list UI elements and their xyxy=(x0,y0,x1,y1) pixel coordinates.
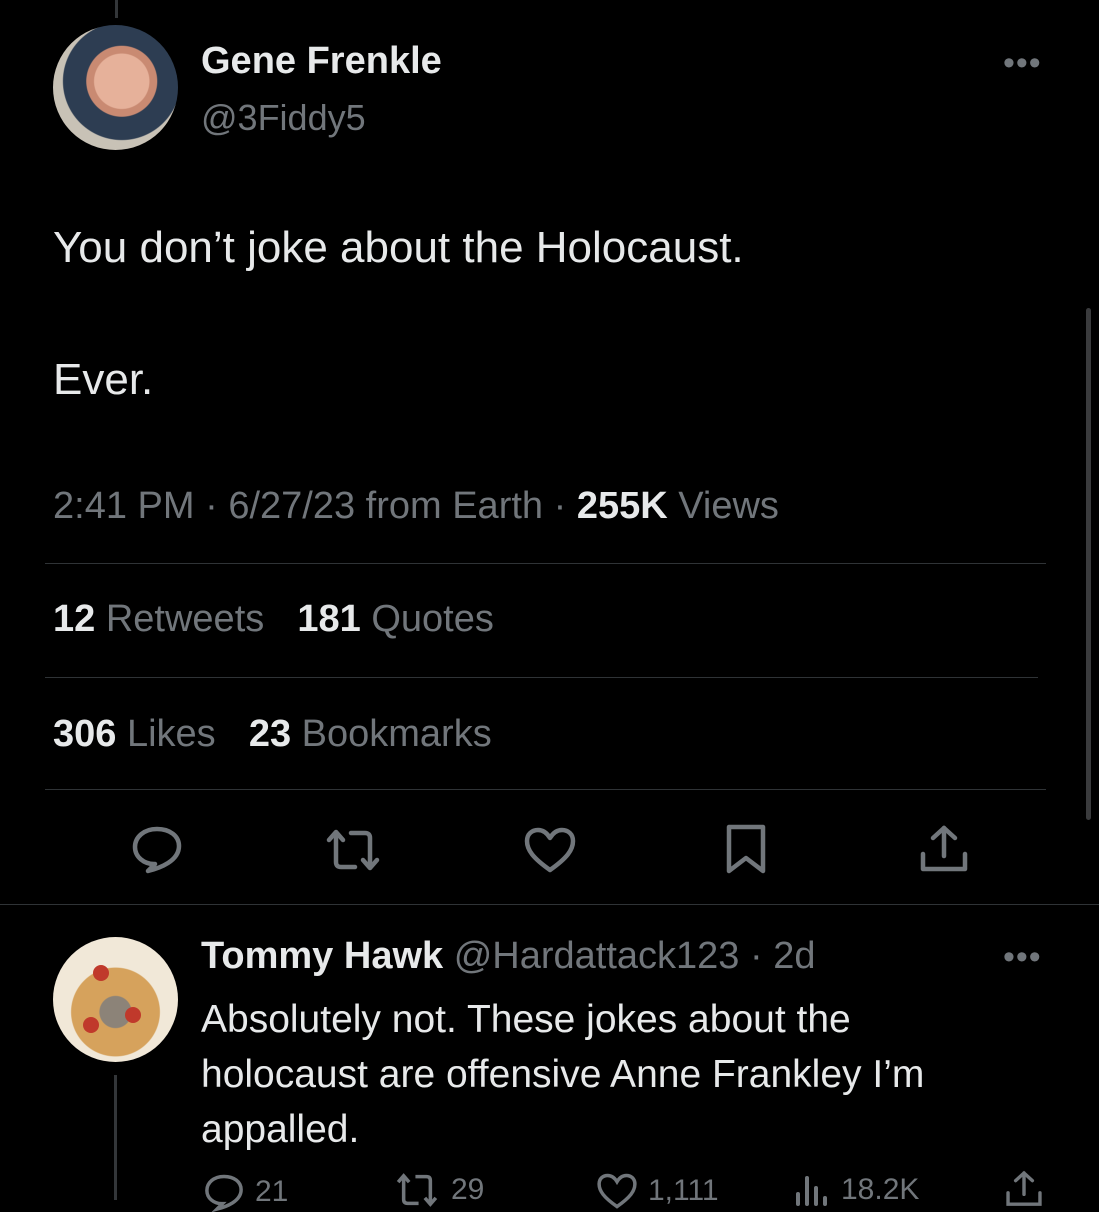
reply-separator: · xyxy=(750,935,763,977)
tweet-date: 6/27/23 from Earth xyxy=(228,485,544,527)
likes-label[interactable]: Likes xyxy=(127,713,216,755)
more-options-icon[interactable]: ••• xyxy=(1003,46,1042,80)
retweets-count[interactable]: 12 xyxy=(53,598,95,640)
reply-likes-count: 1,111 xyxy=(648,1174,719,1207)
reply-text-line1: Absolutely not. These jokes about the xyxy=(201,998,851,1041)
reply-icon[interactable] xyxy=(130,824,184,874)
reply-age[interactable]: 2d xyxy=(773,935,815,977)
retweets-label[interactable]: Retweets xyxy=(106,598,264,640)
quotes-count[interactable]: 181 xyxy=(297,598,360,640)
like-icon[interactable] xyxy=(523,826,577,874)
reply-share-icon[interactable] xyxy=(1004,1170,1044,1208)
tweet-text-line1: You don’t joke about the Holocaust. xyxy=(53,223,744,272)
tweet-meta: 2:41 PM · 6/27/23 from Earth · 255K View… xyxy=(53,485,779,528)
reply-author-handle[interactable]: @Hardattack123 xyxy=(454,935,740,977)
reply-more-options-icon[interactable]: ••• xyxy=(1003,940,1042,974)
reply-retweets-count: 29 xyxy=(451,1173,485,1206)
retweet-icon[interactable] xyxy=(325,828,381,872)
thread-connector xyxy=(114,1075,117,1200)
bookmark-icon[interactable] xyxy=(724,823,768,875)
engagement-row-2: 306 Likes 23 Bookmarks xyxy=(53,713,492,756)
reply-author-avatar[interactable] xyxy=(53,937,178,1062)
tweet-text-line2: Ever. xyxy=(53,355,154,404)
reply-retweet-icon xyxy=(396,1173,438,1207)
reply-reply-icon xyxy=(205,1174,243,1212)
reply-text: Absolutely not. These jokes about the ho… xyxy=(201,992,924,1157)
divider xyxy=(45,563,1046,564)
likes-count[interactable]: 306 xyxy=(53,713,116,755)
author-name[interactable]: Gene Frenkle xyxy=(201,40,442,83)
reply-author-name[interactable]: Tommy Hawk xyxy=(201,935,443,977)
reply-replies-count: 21 xyxy=(255,1175,289,1208)
meta-separator: · xyxy=(553,485,567,527)
reply-likes[interactable]: 1,111 xyxy=(596,1172,719,1210)
scrollbar[interactable] xyxy=(1086,308,1091,820)
reply-views-count: 18.2K xyxy=(841,1173,920,1206)
thread-connector-top xyxy=(115,0,118,18)
meta-separator: · xyxy=(205,485,218,527)
divider xyxy=(0,904,1099,905)
divider xyxy=(45,789,1046,790)
reply-text-line3: appalled. xyxy=(201,1108,360,1151)
reply-text-line2: holocaust are offensive Anne Frankley I’… xyxy=(201,1053,925,1096)
reply-views[interactable]: 18.2K xyxy=(793,1172,919,1208)
tweet-time: 2:41 PM xyxy=(53,485,195,527)
quotes-label[interactable]: Quotes xyxy=(371,598,494,640)
bookmarks-count[interactable]: 23 xyxy=(249,713,291,755)
reply-like-icon xyxy=(597,1173,637,1209)
views-label[interactable]: Views xyxy=(678,485,779,527)
author-avatar[interactable] xyxy=(53,25,178,150)
reply-retweets[interactable]: 29 xyxy=(395,1172,484,1208)
views-count[interactable]: 255K xyxy=(577,485,668,527)
bookmarks-label[interactable]: Bookmarks xyxy=(302,713,492,755)
reply-views-icon xyxy=(796,1176,827,1206)
divider xyxy=(45,677,1038,678)
share-icon[interactable] xyxy=(918,824,970,874)
author-handle[interactable]: @3Fiddy5 xyxy=(201,97,366,139)
reply-replies[interactable]: 21 xyxy=(203,1172,288,1212)
reply-header: Tommy Hawk @Hardattack123 · 2d xyxy=(201,935,816,978)
engagement-row-1: 12 Retweets 181 Quotes xyxy=(53,598,494,641)
